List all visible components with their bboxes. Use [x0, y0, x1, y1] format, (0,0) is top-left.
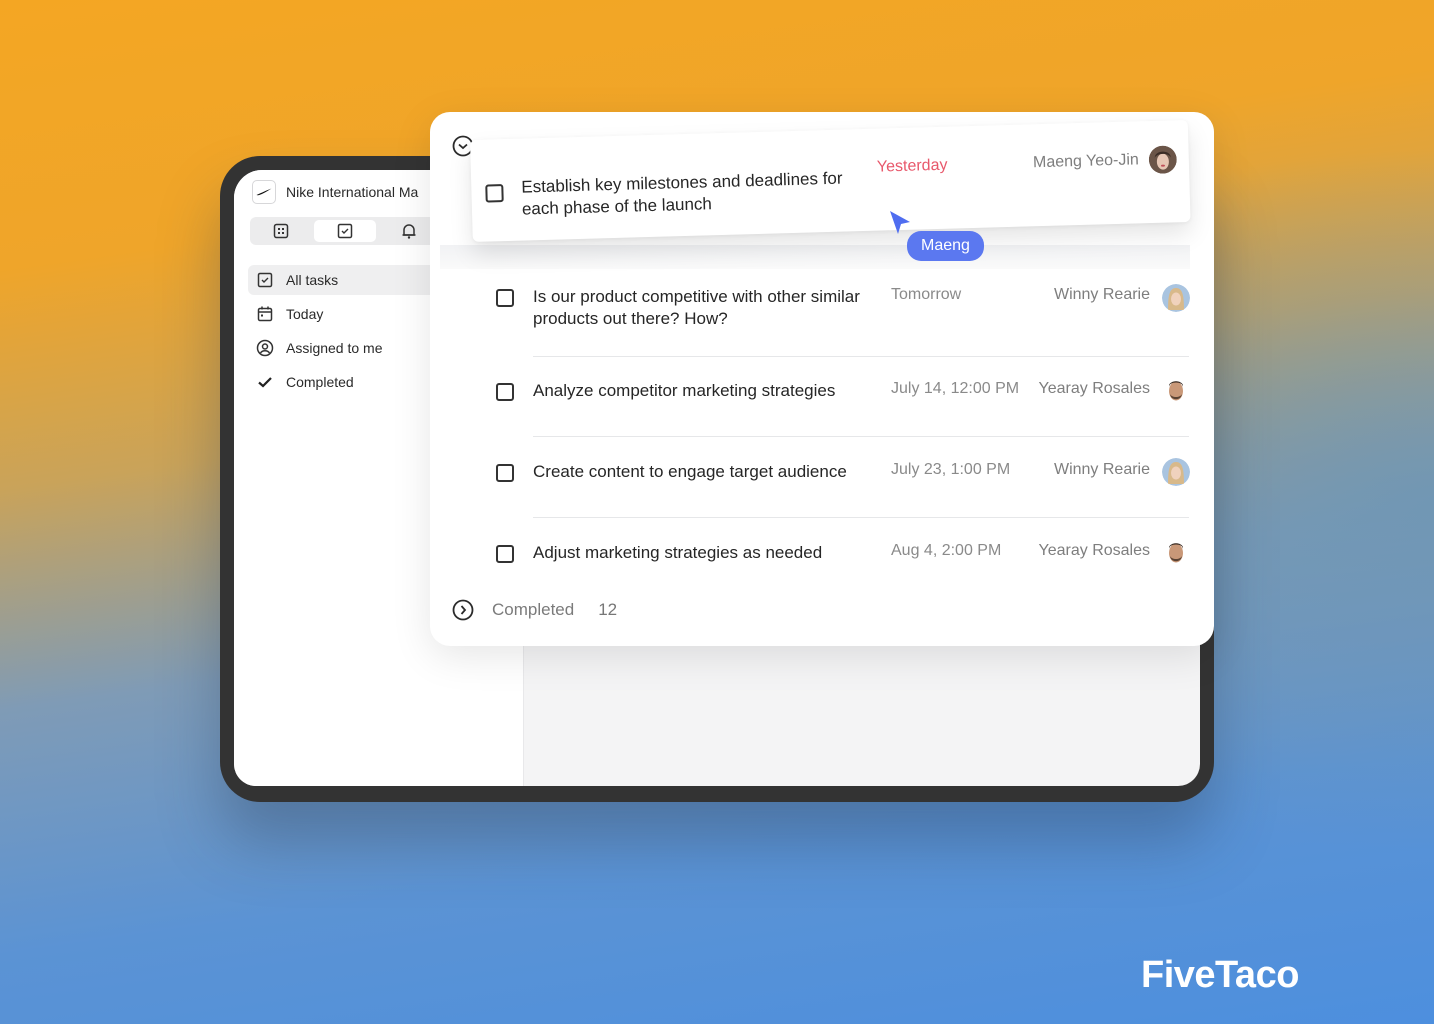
task-title: Create content to engage target audience	[533, 462, 847, 481]
task-title: Analyze competitor marketing strategies	[533, 381, 836, 400]
task-assignee: Maeng Yeo-Jin	[1032, 151, 1140, 172]
task-checkbox[interactable]	[485, 184, 504, 203]
avatar-winny-rearie	[1162, 284, 1190, 312]
task-due-date: Tomorrow	[891, 286, 962, 303]
user-circle-icon	[256, 339, 274, 357]
sidebar-item-label: Completed	[286, 374, 354, 390]
chevron-right-circle-icon[interactable]	[452, 599, 474, 621]
avatar-maeng-yeo-jin	[1148, 145, 1177, 174]
sidebar-item-label: Today	[286, 306, 324, 322]
row-divider	[533, 517, 1189, 518]
check-icon	[258, 377, 272, 388]
group-title: Completed	[492, 600, 575, 619]
calendar-icon	[257, 306, 273, 322]
task-title: Establish key milestones and deadlines f…	[521, 168, 843, 219]
task-due-date: Yesterday	[876, 156, 948, 176]
avatar-yearay-rosales	[1162, 539, 1190, 567]
collaborator-cursor-label: Maeng	[907, 231, 984, 261]
avatar-winny-rearie	[1162, 458, 1190, 486]
drop-placeholder	[440, 245, 1190, 269]
avatar-yearay-rosales	[1162, 377, 1190, 405]
view-switcher	[250, 217, 440, 245]
task-checkbox[interactable]	[496, 464, 514, 482]
segment-tasks[interactable]	[314, 220, 376, 242]
row-divider	[533, 436, 1189, 437]
task-checkbox[interactable]	[496, 545, 514, 563]
task-due-date: July 23, 1:00 PM	[891, 461, 1011, 478]
workspace-name: Nike International Ma	[286, 184, 419, 200]
task-due-date: Aug 4, 2:00 PM	[891, 542, 1002, 559]
bell-icon	[402, 224, 416, 239]
task-assignee: Winny Rearie	[1053, 286, 1150, 303]
task-checkbox[interactable]	[496, 383, 514, 401]
task-title: Is our product competitive with other si…	[533, 287, 860, 328]
task-checkbox[interactable]	[496, 289, 514, 307]
dragged-task-row[interactable]: Establish key milestones and deadlines f…	[470, 119, 1191, 242]
task-assignee: Yearay Rosales	[1038, 380, 1150, 397]
sidebar-item-label: Assigned to me	[286, 340, 383, 356]
task-title: Adjust marketing strategies as needed	[533, 543, 823, 562]
group-header-completed[interactable]: Completed 12	[452, 599, 617, 621]
nike-logo-icon	[252, 180, 276, 204]
workspace-switcher[interactable]: Nike International Ma	[252, 180, 418, 204]
checkbox-icon	[257, 272, 273, 288]
grid-icon	[273, 223, 289, 239]
segment-grid[interactable]	[250, 217, 312, 245]
collaborator-cursor-icon	[890, 211, 910, 234]
row-divider	[533, 356, 1189, 357]
task-due-date: July 14, 12:00 PM	[891, 380, 1020, 397]
brand-logo: FiveTaco	[1141, 954, 1299, 996]
task-assignee: Winny Rearie	[1053, 461, 1150, 478]
checkbox-icon	[337, 223, 353, 239]
group-count: 12	[598, 600, 618, 619]
task-assignee: Yearay Rosales	[1038, 542, 1150, 559]
sidebar-item-label: All tasks	[286, 272, 339, 288]
